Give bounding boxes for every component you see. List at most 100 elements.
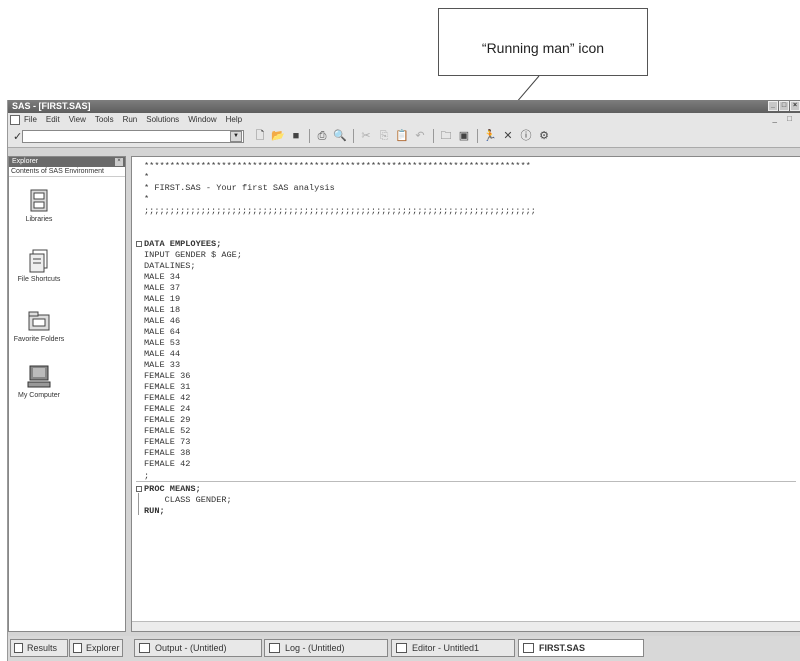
copy-icon[interactable]: ⎘ xyxy=(377,129,391,143)
code-line: MALE 64 xyxy=(144,327,181,337)
code-line: FEMALE 52 xyxy=(144,426,191,436)
tab-label: Editor - Untitled1 xyxy=(412,643,480,653)
submit-running-man-icon[interactable]: 🏃 xyxy=(483,129,497,143)
explorer-item-label: My Computer xyxy=(17,392,60,399)
tab-label: Log - (Untitled) xyxy=(285,643,345,653)
code-line: FEMALE 24 xyxy=(144,404,191,414)
cut-icon[interactable]: ✂ xyxy=(359,129,373,143)
explorer-title: Explorer xyxy=(12,158,39,165)
code-line: FEMALE 29 xyxy=(144,415,191,425)
program-editor[interactable]: ****************************************… xyxy=(131,156,800,632)
document-window-controls[interactable]: _ □ xyxy=(772,114,796,123)
undo-icon[interactable]: ↶ xyxy=(413,129,427,143)
break-icon[interactable]: ✕ xyxy=(501,129,515,143)
code-line: FEMALE 73 xyxy=(144,437,191,447)
explorer-item-favorite-folders[interactable]: Favorite Folders xyxy=(9,309,69,343)
code-line: DATALINES; xyxy=(144,261,196,271)
paste-icon[interactable]: 📋 xyxy=(395,129,409,143)
tab-label: Explorer xyxy=(86,643,120,653)
editor-icon xyxy=(396,643,407,653)
horizontal-scrollbar[interactable] xyxy=(132,621,800,631)
log-icon xyxy=(269,643,280,653)
tab-log[interactable]: Log - (Untitled) xyxy=(264,639,388,657)
tab-explorer[interactable]: Explorer xyxy=(69,639,123,657)
explorer-close-icon[interactable]: × xyxy=(115,158,123,166)
code-line: MALE 46 xyxy=(144,316,181,326)
toolbar: ✓ ▼ 🗋 📂 ■ ⎙ 🔍 ✂ ⎘ 📋 ↶ 🗀 ▣ 🏃 ✕ ⓘ ⚙ xyxy=(8,126,800,148)
sas-window: SAS - [FIRST.SAS] _ □ × File Edit View T… xyxy=(7,100,800,661)
code-line: MALE 33 xyxy=(144,360,181,370)
close-button[interactable]: × xyxy=(790,101,800,111)
explorer-tab-icon xyxy=(73,643,82,653)
code-line: DATA EMPLOYEES; xyxy=(144,239,222,249)
menu-bar: File Edit View Tools Run Solutions Windo… xyxy=(8,113,800,126)
code-line: * xyxy=(144,194,150,204)
explorer-item-file-shortcuts[interactable]: File Shortcuts xyxy=(9,249,69,283)
minimize-button[interactable]: _ xyxy=(768,101,778,111)
code-line: * FIRST.SAS - Your first SAS analysis xyxy=(144,183,335,193)
new-icon[interactable]: 🗋 xyxy=(253,129,267,143)
code-line: MALE 44 xyxy=(144,349,181,359)
code-line: FEMALE 42 xyxy=(144,459,191,469)
annotation-text: “Running man” icon xyxy=(481,40,605,56)
menu-edit[interactable]: Edit xyxy=(46,115,60,124)
code-line: * xyxy=(144,172,150,182)
menu-help[interactable]: Help xyxy=(226,115,242,124)
print-preview-icon[interactable]: 🔍 xyxy=(333,129,347,143)
explorer-header: Explorer × xyxy=(9,157,125,167)
window-bar: Results Explorer Output - (Untitled) Log… xyxy=(8,636,800,661)
code-line: INPUT GENDER $ AGE; xyxy=(144,250,242,260)
menu-window[interactable]: Window xyxy=(188,115,216,124)
menu-view[interactable]: View xyxy=(69,115,86,124)
explorer-item-my-computer[interactable]: My Computer xyxy=(9,365,69,399)
tab-output[interactable]: Output - (Untitled) xyxy=(134,639,262,657)
tab-label: Output - (Untitled) xyxy=(155,643,227,653)
explorer-item-libraries[interactable]: Libraries xyxy=(9,189,69,223)
libraries-icon[interactable]: 🗀 xyxy=(439,129,453,143)
print-icon[interactable]: ⎙ xyxy=(315,129,329,143)
code-line: MALE 18 xyxy=(144,305,181,315)
tab-results[interactable]: Results xyxy=(10,639,68,657)
code-line: MALE 37 xyxy=(144,283,181,293)
menu-file[interactable]: File xyxy=(24,115,37,124)
tab-editor-untitled[interactable]: Editor - Untitled1 xyxy=(391,639,515,657)
tab-first-sas[interactable]: FIRST.SAS xyxy=(518,639,644,657)
code-line: PROC MEANS; xyxy=(144,484,201,494)
explorer-icon[interactable]: ▣ xyxy=(457,129,471,143)
explorer-item-label: File Shortcuts xyxy=(17,276,61,283)
favorite-folder-icon xyxy=(28,311,50,331)
code-line: FEMALE 31 xyxy=(144,382,191,392)
code-line: FEMALE 38 xyxy=(144,448,191,458)
command-box[interactable] xyxy=(22,130,244,143)
explorer-panel: Explorer × Contents of SAS Environment L… xyxy=(8,156,126,632)
options-icon[interactable]: ⚙ xyxy=(537,129,551,143)
output-icon xyxy=(139,643,150,653)
explorer-subtitle: Contents of SAS Environment xyxy=(9,167,125,177)
annotation-callout: “Running man” icon xyxy=(438,8,648,76)
save-icon[interactable]: ■ xyxy=(289,129,303,143)
tab-label: FIRST.SAS xyxy=(539,643,586,653)
menu-solutions[interactable]: Solutions xyxy=(146,115,179,124)
window-title: SAS - [FIRST.SAS] xyxy=(12,101,91,111)
document-icon[interactable] xyxy=(10,114,20,125)
command-dropdown-icon[interactable]: ▼ xyxy=(230,131,242,142)
menu-tools[interactable]: Tools xyxy=(95,115,114,124)
code-line: ;;;;;;;;;;;;;;;;;;;;;;;;;;;;;;;;;;;;;;;;… xyxy=(144,206,536,216)
results-icon xyxy=(14,643,23,653)
code-line: MALE 53 xyxy=(144,338,181,348)
tab-label: Results xyxy=(27,643,58,653)
code-line: ****************************************… xyxy=(144,161,531,171)
explorer-item-label: Favorite Folders xyxy=(13,336,65,343)
fold-toggle-icon[interactable] xyxy=(136,486,142,492)
fold-toggle-icon[interactable] xyxy=(136,241,142,247)
code-line: CLASS GENDER; xyxy=(144,495,232,505)
checkmark-icon[interactable]: ✓ xyxy=(13,130,22,143)
cabinet-icon xyxy=(30,189,48,212)
file-shortcut-icon xyxy=(29,249,48,273)
menu-run[interactable]: Run xyxy=(123,115,138,124)
help-icon[interactable]: ⓘ xyxy=(519,129,533,143)
maximize-button[interactable]: □ xyxy=(779,101,789,111)
open-icon[interactable]: 📂 xyxy=(271,129,285,143)
title-bar: SAS - [FIRST.SAS] _ □ × xyxy=(8,100,800,113)
code-line: ; xyxy=(144,471,150,481)
